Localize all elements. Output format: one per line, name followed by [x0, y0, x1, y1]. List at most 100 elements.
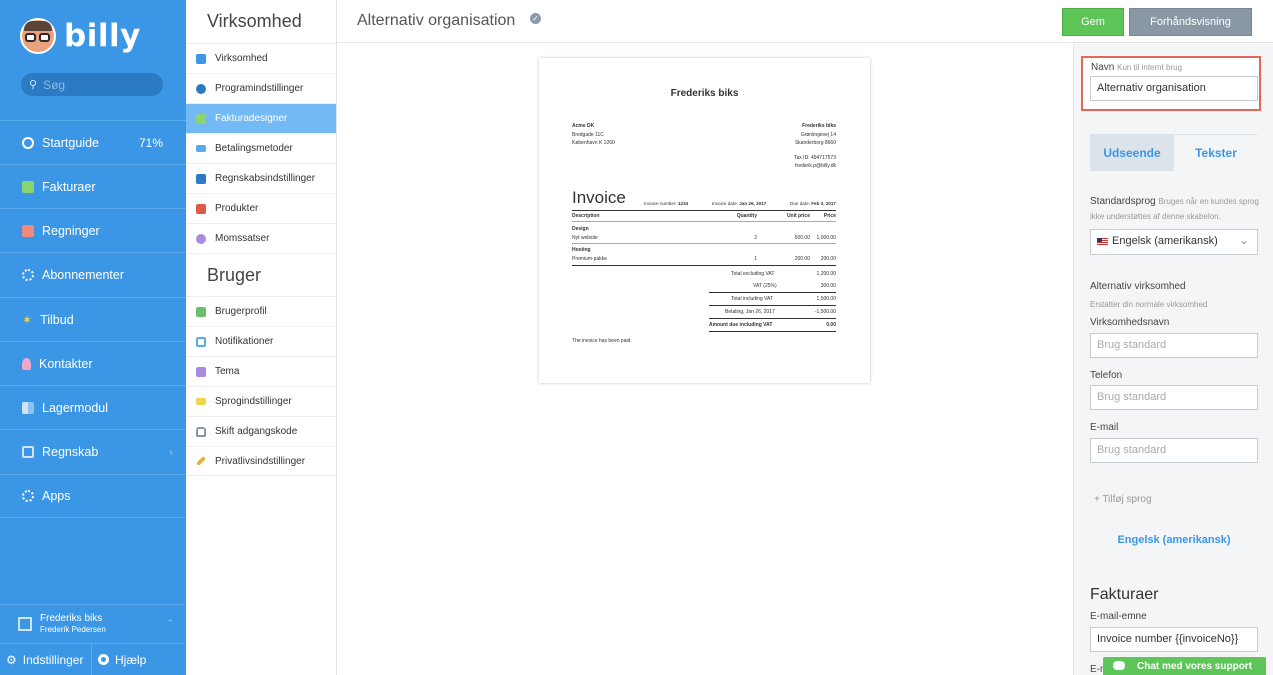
chat-button[interactable]: Chat med vores support: [1103, 657, 1266, 675]
nav-item-tilbud[interactable]: ✶ Tilbud: [0, 297, 186, 341]
menu-item-virksomhed[interactable]: Virksomhed: [186, 43, 336, 73]
nav-label: Fakturaer: [42, 179, 96, 194]
customer-name: Acme DK: [572, 123, 595, 129]
nav-item-regninger[interactable]: Regninger: [0, 208, 186, 252]
ledger-icon: [196, 173, 206, 184]
email-input[interactable]: Brug standard: [1090, 438, 1258, 463]
menu-label: Sprogindstillinger: [215, 396, 292, 407]
menu-item-tema[interactable]: Tema: [186, 356, 336, 386]
nav-item-regnskab[interactable]: Regnskab ›: [0, 429, 186, 473]
tab-udseende[interactable]: Udseende: [1090, 134, 1174, 171]
chevron-right-icon: ›: [169, 444, 173, 459]
phone-label: Telefon: [1090, 370, 1123, 381]
progress-value: 71%: [138, 135, 163, 150]
star-icon: ✶: [22, 312, 33, 327]
save-button[interactable]: Gem: [1062, 8, 1124, 36]
menu-item-programindstillinger[interactable]: Programindstillinger: [186, 73, 336, 103]
menu-label: Notifikationer: [215, 336, 274, 347]
language-link[interactable]: Engelsk (amerikansk): [1090, 534, 1258, 546]
total-row: Total including VAT 1,500.00: [709, 292, 836, 305]
menu-item-fakturadesigner[interactable]: Fakturadesigner: [186, 103, 336, 133]
section-heading-bruger: Bruger: [186, 253, 336, 296]
nav-item-lagermodul[interactable]: Lagermodul: [0, 385, 186, 429]
search-box[interactable]: ⚲: [21, 73, 163, 96]
nav-label: Kontakter: [39, 356, 93, 371]
menu-item-momssatser[interactable]: Momssatser: [186, 223, 336, 253]
key-icon: [196, 456, 206, 466]
phone-input[interactable]: Brug standard: [1090, 385, 1258, 410]
tab-tekster[interactable]: Tekster: [1174, 134, 1258, 171]
nav-item-fakturaer[interactable]: Fakturaer: [0, 164, 186, 208]
menu-item-regnskabsindstillinger[interactable]: Regnskabsindstillinger: [186, 163, 336, 193]
menu-item-brugerprofil[interactable]: Brugerprofil: [186, 296, 336, 326]
menu-label: Regnskabsindstillinger: [215, 173, 316, 184]
organization-switcher[interactable]: Frederiks biks Frederik Pedersen ⌃: [0, 604, 186, 642]
user-icon: [196, 306, 206, 317]
palette-icon: [196, 366, 206, 377]
settings-menu: Virksomhed Virksomhed Programindstilling…: [186, 0, 337, 675]
menu-item-sprogindstillinger[interactable]: Sprogindstillinger: [186, 386, 336, 416]
total-label: Total including VAT: [731, 296, 774, 302]
invoice-heading: Invoice: [572, 188, 626, 207]
settings-button[interactable]: ⚙ Indstillinger: [0, 643, 92, 675]
nav-label: Regnskab: [42, 444, 99, 459]
invoice-preview[interactable]: Frederiks biks Acme DK Bredgade 11C Købe…: [539, 58, 870, 383]
gear-icon: [196, 83, 206, 94]
language-select[interactable]: Engelsk (amerikansk) ⌄: [1090, 229, 1258, 255]
total-row: Total excluding VAT 1,200.00: [709, 268, 836, 280]
invoices-heading: Fakturaer: [1090, 586, 1159, 603]
default-language-label: Standardsprog Bruges når en kundes sprog…: [1090, 194, 1262, 224]
col-price: Price: [823, 213, 836, 219]
sender-city: Skanderborg 8660: [794, 140, 836, 146]
invoice-footer-note: The invoice has been paid.: [572, 338, 632, 344]
billy-logo[interactable]: billy: [20, 16, 141, 56]
invoice-number-label: Invoice number:: [644, 201, 677, 206]
customer-city: København K 1260: [572, 140, 615, 146]
name-hint: Kun til internt brug: [1117, 63, 1183, 72]
nav-item-abonnementer[interactable]: Abonnementer: [0, 252, 186, 296]
menu-label: Skift adgangskode: [215, 426, 298, 437]
menu-item-betalingsmetoder[interactable]: Betalingsmetoder: [186, 133, 336, 163]
nav-label: Tilbud: [40, 312, 74, 327]
due-date-label: Due date:: [790, 201, 810, 206]
company-name-input[interactable]: Brug standard: [1090, 333, 1258, 358]
menu-item-privatlivsindstillinger[interactable]: Privatlivsindstillinger: [186, 446, 336, 476]
col-description: Description: [572, 213, 600, 219]
person-icon: [22, 357, 31, 370]
nav-label: Lagermodul: [42, 400, 109, 415]
due-date: Feb 3, 2017: [811, 201, 836, 206]
us-flag-icon: [1097, 237, 1108, 245]
preview-button[interactable]: Forhåndsvisning: [1129, 8, 1252, 36]
search-input[interactable]: [43, 77, 154, 92]
menu-label: Produkter: [215, 203, 259, 214]
invoice-company-title: Frederiks biks: [670, 88, 739, 99]
nav-item-apps[interactable]: Apps: [0, 474, 186, 518]
nav-item-kontakter[interactable]: Kontakter: [0, 341, 186, 385]
item-price: 1,000.00: [816, 235, 836, 241]
page-header: Alternativ organisation ✓ Gem Forhåndsvi…: [337, 0, 1273, 43]
invoice-date: Jan 26, 2017: [739, 201, 767, 206]
menu-label: Virksomhed: [215, 53, 268, 64]
total-value: 300.00: [820, 283, 836, 289]
menu-item-notifikationer[interactable]: Notifikationer: [186, 326, 336, 356]
page-title: Alternativ organisation: [357, 12, 516, 29]
add-language-link[interactable]: + Tilføj sprog: [1094, 494, 1152, 505]
gear-icon: ⚙: [6, 652, 17, 667]
menu-item-skift-adgangskode[interactable]: Skift adgangskode: [186, 416, 336, 446]
speech-bubble-icon: [196, 398, 206, 405]
preview-canvas: Frederiks biks Acme DK Bredgade 11C Købe…: [337, 44, 1073, 675]
card-icon: [196, 145, 206, 152]
customer-address: Acme DK Bredgade 11C København K 1260: [572, 122, 615, 148]
line-item-row: Nyt website 2 500.00 1,000.00: [572, 235, 836, 241]
email-subject-input[interactable]: Invoice number {{invoiceNo}}: [1090, 627, 1258, 652]
menu-item-produkter[interactable]: Produkter: [186, 193, 336, 223]
alt-company-label: Alternativ virksomhed: [1090, 281, 1186, 292]
logo-face-icon: [20, 18, 56, 54]
name-input[interactable]: Alternativ organisation: [1090, 76, 1258, 101]
item-description: Nyt website: [572, 235, 598, 241]
name-field-group: Navn Kun til internt brug Alternativ org…: [1081, 56, 1261, 111]
help-button[interactable]: Hjælp: [92, 653, 146, 667]
total-value: 1,200.00: [816, 271, 836, 277]
nav-item-startguide[interactable]: Startguide 71%: [0, 120, 186, 164]
group-design: Design: [572, 226, 589, 232]
